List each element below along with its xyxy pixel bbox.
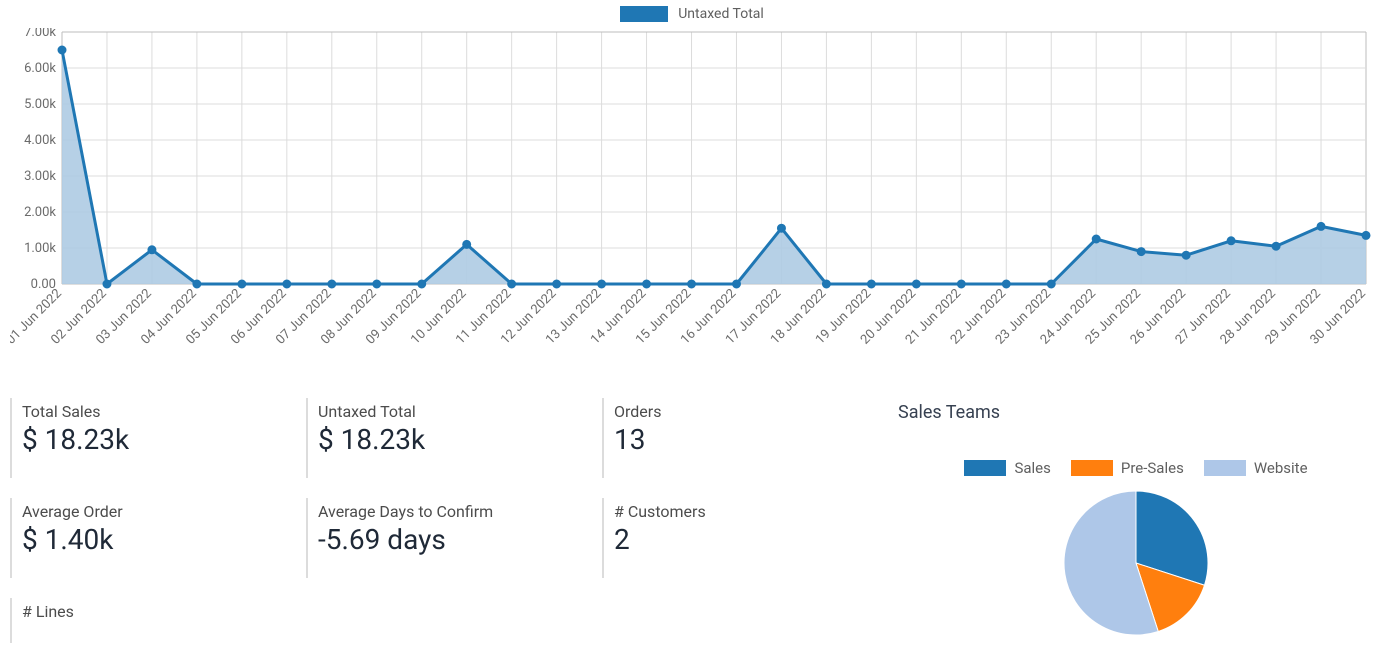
chart-legend: Untaxed Total — [10, 4, 1374, 28]
pie-legend: Sales Pre-Sales Website — [898, 459, 1374, 477]
kpi-total-sales: Total Sales $ 18.23k — [10, 398, 296, 478]
kpi-label: # Customers — [614, 502, 888, 521]
pie-swatch-icon — [964, 460, 1006, 476]
kpi-label: Orders — [614, 402, 888, 421]
kpi-value: $ 1.40k — [22, 523, 296, 556]
svg-text:5.00k: 5.00k — [24, 97, 56, 112]
kpi-value: $ 18.23k — [22, 423, 296, 456]
svg-text:1.00k: 1.00k — [24, 241, 56, 256]
pie-legend-label: Sales — [1014, 459, 1050, 477]
kpi-value: 2 — [614, 523, 888, 556]
sales-teams-panel: Sales Teams Sales Pre-Sales Website — [898, 398, 1374, 643]
svg-text:7.00k: 7.00k — [24, 28, 56, 40]
pie-legend-label: Pre-Sales — [1121, 459, 1184, 477]
kpi-average-order: Average Order $ 1.40k — [10, 498, 296, 578]
svg-text:4.00k: 4.00k — [24, 133, 56, 148]
svg-text:2.00k: 2.00k — [24, 205, 56, 220]
sales-teams-title: Sales Teams — [898, 402, 1374, 423]
pie-legend-item-presales: Pre-Sales — [1071, 459, 1184, 477]
kpi-value: -5.69 days — [318, 523, 592, 556]
kpi-label: Average Days to Confirm — [318, 502, 592, 521]
pie-legend-item-sales: Sales — [964, 459, 1050, 477]
kpi-label: Average Order — [22, 502, 296, 521]
kpi-label: Total Sales — [22, 402, 296, 421]
untaxed-total-chart: Untaxed Total 0.001.00k2.00k3.00k4.00k5.… — [10, 4, 1374, 364]
legend-label: Untaxed Total — [678, 6, 764, 22]
pie-swatch-icon — [1204, 460, 1246, 476]
kpi-label: # Lines — [22, 602, 296, 621]
kpi-average-days-confirm: Average Days to Confirm -5.69 days — [306, 498, 592, 578]
kpi-value: $ 18.23k — [318, 423, 592, 456]
svg-text:6.00k: 6.00k — [24, 61, 56, 76]
pie-swatch-icon — [1071, 460, 1113, 476]
pie-legend-label: Website — [1254, 459, 1308, 477]
pie-chart-svg — [1056, 483, 1216, 643]
pie-legend-item-website: Website — [1204, 459, 1308, 477]
kpi-label: Untaxed Total — [318, 402, 592, 421]
kpi-customers: # Customers 2 — [602, 498, 888, 578]
kpi-value: 13 — [614, 423, 888, 456]
kpi-lines: # Lines — [10, 598, 296, 643]
kpi-orders: Orders 13 — [602, 398, 888, 478]
line-chart-svg: 0.001.00k2.00k3.00k4.00k5.00k6.00k7.00k0… — [10, 28, 1374, 364]
dashboard: Untaxed Total 0.001.00k2.00k3.00k4.00k5.… — [0, 0, 1384, 670]
pie-chart-wrap — [898, 483, 1374, 643]
legend-swatch-icon — [620, 6, 668, 22]
kpi-grid: Total Sales $ 18.23k Untaxed Total $ 18.… — [10, 398, 1374, 643]
kpi-untaxed-total: Untaxed Total $ 18.23k — [306, 398, 592, 478]
svg-text:3.00k: 3.00k — [24, 169, 56, 184]
